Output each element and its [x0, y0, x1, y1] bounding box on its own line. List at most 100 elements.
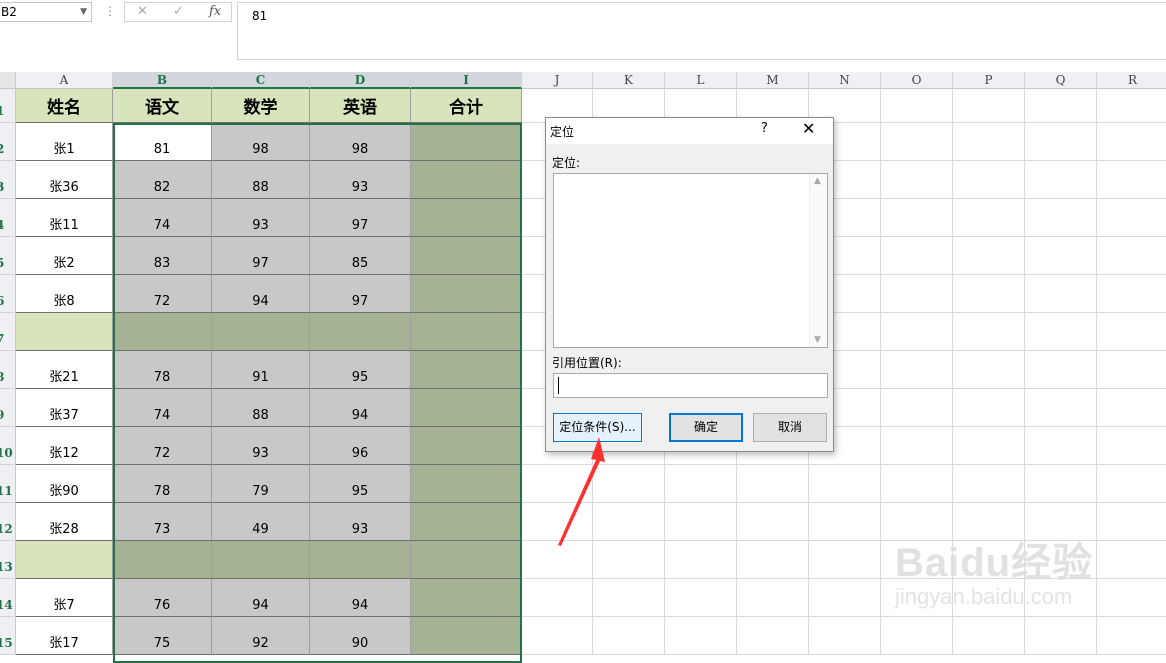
cell-o5[interactable]	[881, 237, 953, 275]
cell-i10[interactable]	[411, 427, 522, 465]
cell-k15[interactable]	[593, 617, 665, 655]
cell-m14[interactable]	[737, 579, 809, 617]
cell-c10[interactable]: 93	[212, 427, 310, 465]
column-header-r[interactable]: R	[1097, 72, 1166, 89]
cell-o2[interactable]	[881, 123, 953, 161]
cell-q6[interactable]	[1025, 275, 1097, 313]
header-cell-b[interactable]: 语文	[113, 89, 212, 123]
enter-icon[interactable]: ✓	[173, 4, 184, 19]
cell-j15[interactable]	[522, 617, 593, 655]
cell-o3[interactable]	[881, 161, 953, 199]
cell-r7[interactable]	[1097, 313, 1166, 351]
header-cell-i[interactable]: 合计	[411, 89, 522, 123]
column-header-l[interactable]: L	[665, 72, 737, 89]
column-header-b[interactable]: B	[113, 72, 212, 89]
cell-r9[interactable]	[1097, 389, 1166, 427]
cell-d11[interactable]: 95	[310, 465, 411, 503]
row-header-12[interactable]: 12	[0, 503, 16, 541]
column-header-p[interactable]: P	[953, 72, 1025, 89]
column-header-j[interactable]: J	[522, 72, 593, 89]
cell-q1[interactable]	[1025, 89, 1097, 123]
cell-c14[interactable]: 94	[212, 579, 310, 617]
cell-b3[interactable]: 82	[113, 161, 212, 199]
cell-q2[interactable]	[1025, 123, 1097, 161]
select-all-corner[interactable]	[0, 72, 16, 89]
cell-o1[interactable]	[881, 89, 953, 123]
cell-o15[interactable]	[881, 617, 953, 655]
cell-o11[interactable]	[881, 465, 953, 503]
column-header-a[interactable]: A	[16, 72, 113, 89]
cell-b2[interactable]: 81	[113, 123, 212, 161]
cell-a5[interactable]: 张2	[16, 237, 113, 275]
scroll-up-icon[interactable]: ▲	[814, 176, 821, 186]
cell-p7[interactable]	[953, 313, 1025, 351]
cell-n14[interactable]	[809, 579, 881, 617]
cell-m15[interactable]	[737, 617, 809, 655]
cell-l15[interactable]	[665, 617, 737, 655]
header-cell-c[interactable]: 数学	[212, 89, 310, 123]
cell-b5[interactable]: 83	[113, 237, 212, 275]
cell-a8[interactable]: 张21	[16, 351, 113, 389]
cell-b13[interactable]	[113, 541, 212, 579]
cell-a12[interactable]: 张28	[16, 503, 113, 541]
cell-i2[interactable]	[411, 123, 522, 161]
cell-m12[interactable]	[737, 503, 809, 541]
cell-c15[interactable]: 92	[212, 617, 310, 655]
cell-a14[interactable]: 张7	[16, 579, 113, 617]
cell-a13[interactable]	[16, 541, 113, 579]
cell-d15[interactable]: 90	[310, 617, 411, 655]
row-header-6[interactable]: 6	[0, 275, 16, 313]
cell-d7[interactable]	[310, 313, 411, 351]
cell-d13[interactable]	[310, 541, 411, 579]
goto-list[interactable]: ▲ ▼	[553, 173, 828, 348]
cell-b8[interactable]: 78	[113, 351, 212, 389]
cell-c4[interactable]: 93	[212, 199, 310, 237]
cell-c9[interactable]: 88	[212, 389, 310, 427]
cell-r12[interactable]	[1097, 503, 1166, 541]
cell-i4[interactable]	[411, 199, 522, 237]
cell-r11[interactable]	[1097, 465, 1166, 503]
cell-c6[interactable]: 94	[212, 275, 310, 313]
cell-a2[interactable]: 张1	[16, 123, 113, 161]
cell-p9[interactable]	[953, 389, 1025, 427]
cell-r1[interactable]	[1097, 89, 1166, 123]
name-box[interactable]: B2 ▼	[0, 2, 92, 22]
cell-d12[interactable]: 93	[310, 503, 411, 541]
column-header-d[interactable]: D	[310, 72, 411, 89]
cell-m11[interactable]	[737, 465, 809, 503]
cell-r4[interactable]	[1097, 199, 1166, 237]
cancel-icon[interactable]: ✕	[137, 4, 148, 19]
column-header-m[interactable]: M	[737, 72, 809, 89]
cell-b9[interactable]: 74	[113, 389, 212, 427]
cell-p3[interactable]	[953, 161, 1025, 199]
row-header-2[interactable]: 2	[0, 123, 16, 161]
cell-r8[interactable]	[1097, 351, 1166, 389]
cell-d9[interactable]: 94	[310, 389, 411, 427]
cell-l12[interactable]	[665, 503, 737, 541]
cell-i12[interactable]	[411, 503, 522, 541]
cell-o6[interactable]	[881, 275, 953, 313]
cell-a3[interactable]: 张36	[16, 161, 113, 199]
cell-p5[interactable]	[953, 237, 1025, 275]
cell-p4[interactable]	[953, 199, 1025, 237]
cell-i11[interactable]	[411, 465, 522, 503]
cell-o7[interactable]	[881, 313, 953, 351]
cell-c13[interactable]	[212, 541, 310, 579]
cell-i5[interactable]	[411, 237, 522, 275]
cell-b11[interactable]: 78	[113, 465, 212, 503]
cancel-button[interactable]: 取消	[753, 413, 827, 442]
cell-d10[interactable]: 96	[310, 427, 411, 465]
cell-d14[interactable]: 94	[310, 579, 411, 617]
cell-c8[interactable]: 91	[212, 351, 310, 389]
scroll-down-icon[interactable]: ▼	[814, 335, 821, 345]
cell-r13[interactable]	[1097, 541, 1166, 579]
close-icon[interactable]: ✕	[802, 119, 815, 138]
cell-a10[interactable]: 张12	[16, 427, 113, 465]
cell-o4[interactable]	[881, 199, 953, 237]
cell-c7[interactable]	[212, 313, 310, 351]
row-header-8[interactable]: 8	[0, 351, 16, 389]
cell-j14[interactable]	[522, 579, 593, 617]
cell-o8[interactable]	[881, 351, 953, 389]
help-icon[interactable]: ?	[761, 121, 768, 136]
cell-i13[interactable]	[411, 541, 522, 579]
